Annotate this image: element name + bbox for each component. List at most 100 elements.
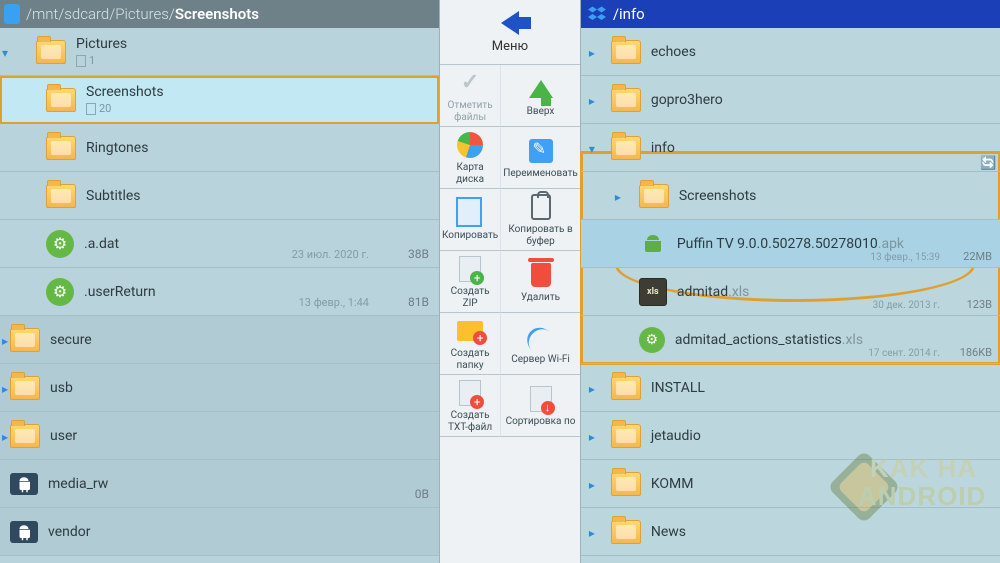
left-row[interactable]: ▸secure — [0, 316, 439, 364]
right-row[interactable]: ▸ KOMM — [581, 460, 1000, 508]
pie-icon — [457, 132, 483, 158]
folder-icon — [611, 88, 641, 112]
right-row[interactable]: Puffin TV 9.0.0.50278.50278010.apk13 фев… — [581, 220, 1000, 268]
row-subcount: 1 — [76, 54, 439, 67]
expand-icon[interactable]: ▸ — [615, 190, 621, 204]
left-row[interactable]: Screenshots 20 — [0, 76, 439, 124]
tool-clip[interactable]: Копировать в буфер — [501, 189, 580, 251]
row-name: media_rw — [48, 476, 439, 492]
row-name: .a.dat — [84, 236, 439, 252]
expand-icon[interactable]: ▸ — [589, 46, 595, 60]
right-row[interactable]: ▾ info — [581, 124, 1000, 172]
tool-copy[interactable]: Копировать — [440, 189, 501, 251]
row-name: KOMM — [651, 476, 694, 492]
row-name: admitad.xls — [677, 284, 750, 300]
right-row[interactable]: ▸Screenshots — [581, 172, 1000, 220]
clip-icon — [531, 194, 551, 220]
fold-icon — [457, 321, 483, 341]
row-date: 13 февр., 1:44 — [299, 296, 369, 309]
folder-icon — [46, 136, 76, 160]
left-row[interactable]: ⚙.a.dat23 июл. 2020 г.38B — [0, 220, 439, 268]
right-row[interactable]: ▸INSTALL — [581, 364, 1000, 412]
row-date: 23 июл. 2020 г. — [292, 248, 369, 261]
right-row[interactable]: xlsadmitad.xls30 дек. 2013 г.123B — [581, 268, 1000, 316]
tool-up[interactable]: Вверх — [501, 65, 580, 127]
left-row[interactable]: ⚙.userReturn13 февр., 1:4481B — [0, 268, 439, 316]
folder-icon — [10, 376, 40, 400]
right-row[interactable]: ▸ jetaudio — [581, 412, 1000, 460]
expand-icon[interactable]: ▸ — [589, 526, 595, 540]
tool-label: Карта диска — [442, 162, 498, 185]
row-name: echoes — [651, 44, 696, 60]
folder-icon — [611, 424, 641, 448]
folder-icon — [611, 136, 641, 160]
tool-txt[interactable]: Создать TXT-файл — [440, 375, 501, 437]
tool-label: Создать ZIP — [442, 286, 498, 309]
tool-fold[interactable]: Создать папку — [440, 313, 501, 375]
toolbar-header: Меню — [440, 0, 580, 65]
expand-icon[interactable]: ▾ — [589, 142, 595, 156]
expand-icon[interactable]: ▸ — [589, 478, 595, 492]
left-row[interactable]: Ringtones — [0, 124, 439, 172]
right-row[interactable]: ▸gopro3hero — [581, 76, 1000, 124]
zip-icon — [459, 256, 481, 282]
row-name: News — [651, 524, 686, 540]
folder-icon — [611, 376, 641, 400]
folder-icon — [46, 88, 76, 112]
right-row[interactable]: ▸ News — [581, 508, 1000, 556]
expand-icon[interactable]: ▸ — [589, 382, 595, 396]
right-row[interactable]: ⚙admitad_actions_statistics.xls17 сент. … — [581, 316, 1000, 364]
row-name: Screenshots — [86, 84, 439, 100]
left-tree: ▾Pictures1 Screenshots 20 Ringtones Subtitle… — [0, 28, 439, 563]
left-row[interactable]: ▸user — [0, 412, 439, 460]
row-name: Subtitles — [86, 188, 439, 204]
tool-label: Копировать — [442, 230, 498, 242]
expand-icon[interactable]: ▸ — [589, 430, 595, 444]
row-date: 13 февр., 15:39 — [870, 252, 940, 263]
left-row[interactable]: vendor — [0, 508, 439, 556]
folder-icon — [639, 184, 669, 208]
row-name: jetaudio — [651, 428, 701, 444]
left-row[interactable]: media_rw0B — [0, 460, 439, 508]
path-prefix: /mnt/sdcard/Pictures/ — [26, 5, 175, 23]
left-row[interactable]: ▾Pictures1 — [0, 28, 439, 76]
row-size: 186KB — [960, 346, 992, 359]
right-tree: 🔄 ▸echoes▸gopro3hero▾info▸ScreenshotsPuf… — [581, 28, 1000, 563]
tool-wifi[interactable]: Сервер Wi-Fi — [501, 313, 580, 375]
check-icon — [457, 70, 483, 96]
row-name: Ringtones — [86, 140, 439, 156]
row-name: vendor — [48, 524, 439, 540]
back-arrow-icon[interactable] — [501, 11, 519, 35]
right-row[interactable]: ▸ echoes — [581, 28, 1000, 76]
folder-icon — [10, 328, 40, 352]
left-row[interactable]: ▸usb — [0, 364, 439, 412]
tool-sort[interactable]: Сортировка по — [501, 375, 580, 437]
row-subcount: 20 — [86, 102, 439, 115]
folder-icon — [46, 184, 76, 208]
tool-label: Сортировка по — [506, 416, 576, 428]
copy-icon — [459, 200, 481, 226]
tool-check[interactable]: Отметить файлы — [440, 65, 501, 127]
left-row[interactable]: Subtitles — [0, 172, 439, 220]
right-panel: /info 🔄 ▸echoes▸gopro3hero▾info▸Screensh… — [581, 0, 1000, 563]
tool-trash[interactable]: Удалить — [501, 251, 580, 313]
trash-icon — [531, 263, 551, 287]
tool-label: Вверх — [527, 106, 555, 118]
row-size: 22MB — [963, 250, 992, 263]
pencil-icon — [529, 139, 553, 163]
row-name: info — [651, 140, 675, 156]
tool-zip[interactable]: Создать ZIP — [440, 251, 501, 313]
right-path-bar[interactable]: /info — [581, 0, 1000, 28]
folder-icon — [36, 40, 66, 64]
row-size: 0B — [415, 487, 429, 501]
tool-pencil[interactable]: Переименовать — [501, 127, 580, 189]
left-path-bar[interactable]: /mnt/sdcard/Pictures/Screenshots — [0, 0, 439, 28]
row-size: 81B — [408, 295, 429, 309]
tool-pie[interactable]: Карта диска — [440, 127, 501, 189]
dropbox-icon — [587, 5, 607, 23]
expand-icon[interactable]: ▸ — [589, 94, 595, 108]
tool-label: Переименовать — [503, 168, 578, 180]
row-date: 17 сент. 2014 г. — [868, 348, 940, 359]
expand-icon[interactable]: ▾ — [2, 46, 12, 60]
device-icon — [4, 4, 20, 24]
